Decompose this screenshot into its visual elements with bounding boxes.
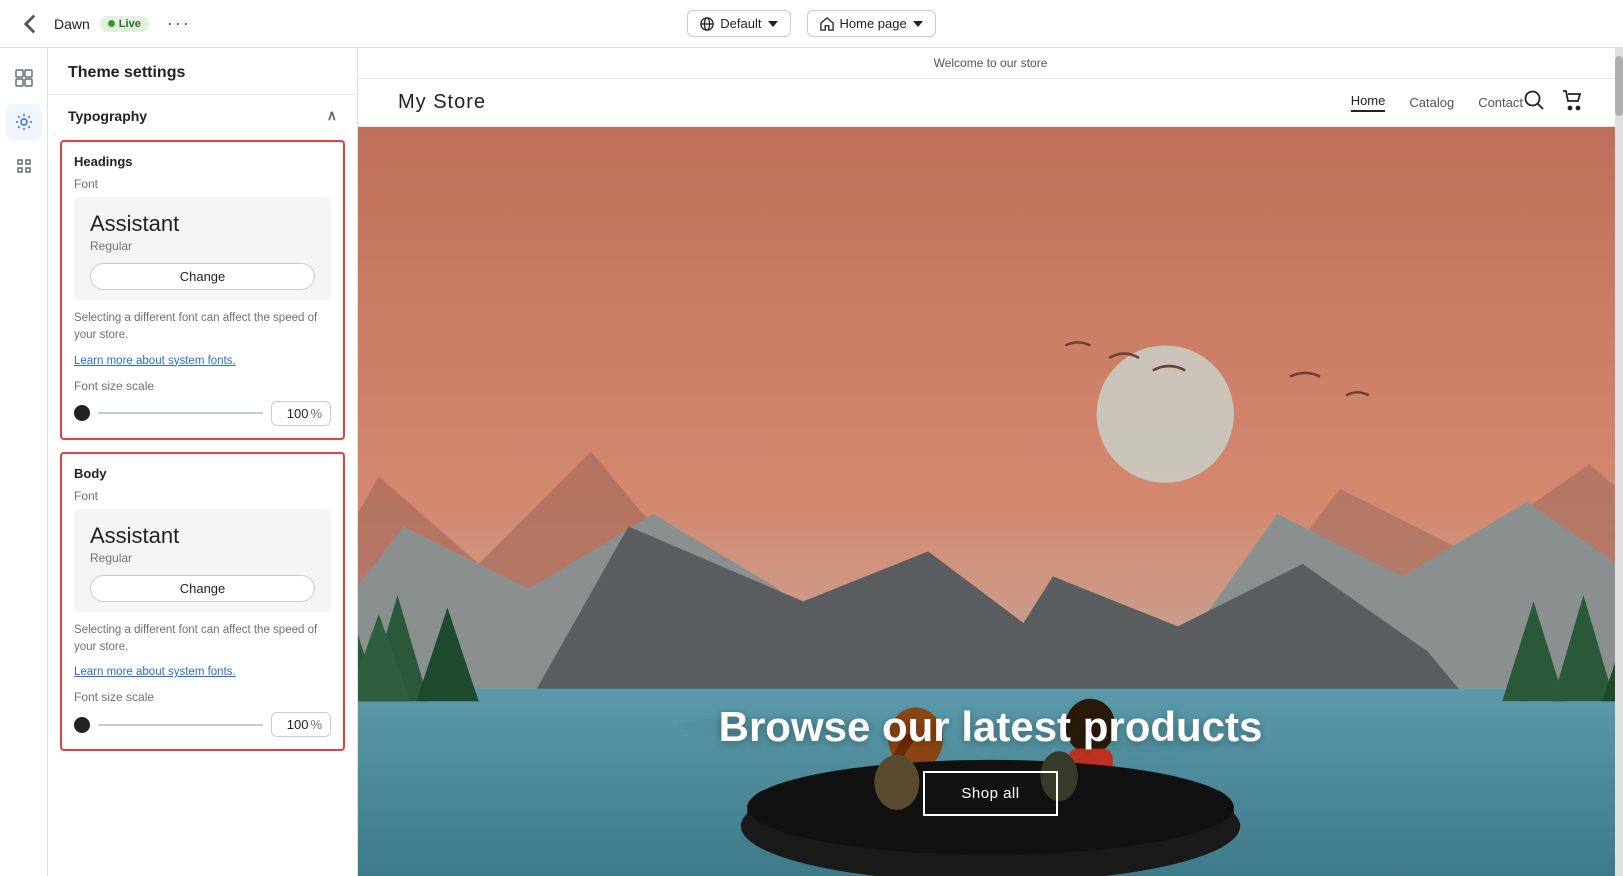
headings-font-label: Font: [74, 177, 331, 191]
homepage-label: Home page: [840, 16, 907, 31]
default-button[interactable]: Default: [687, 10, 790, 37]
default-label: Default: [720, 16, 761, 31]
store-nav-links: Home Catalog Contact: [1351, 93, 1523, 112]
scrollbar-thumb: [1615, 56, 1623, 116]
body-size-value: 100: [280, 717, 308, 732]
shop-all-button[interactable]: Shop all: [923, 771, 1057, 816]
headings-font-link[interactable]: Learn more about system fonts.: [74, 355, 236, 367]
body-size-slider[interactable]: [98, 724, 263, 726]
top-bar-left: Dawn Live ···: [16, 9, 675, 38]
headings-font-note: Selecting a different font can affect th…: [74, 310, 331, 345]
typography-collapse-button[interactable]: ∧: [327, 107, 337, 124]
body-font-note: Selecting a different font can affect th…: [74, 622, 331, 657]
body-size-percent: %: [310, 717, 322, 732]
typography-header: Typography ∧: [48, 95, 357, 132]
headings-size-dot: [74, 405, 90, 421]
gear-icon: [14, 112, 34, 132]
headings-size-input[interactable]: 100 %: [271, 401, 331, 426]
body-size-row: 100 %: [74, 712, 331, 737]
nav-contact[interactable]: Contact: [1478, 95, 1523, 110]
more-button[interactable]: ···: [159, 9, 199, 38]
top-bar: Dawn Live ··· Default Home page: [0, 0, 1623, 48]
body-size-label: Font size scale: [74, 690, 331, 704]
settings-scroll[interactable]: Headings Font Assistant Regular Change S…: [48, 132, 357, 876]
preview-scrollbar[interactable]: [1615, 48, 1623, 876]
headings-size-label: Font size scale: [74, 379, 331, 393]
headings-font-style: Regular: [90, 239, 315, 253]
typography-label: Typography: [68, 108, 147, 124]
store-announcement: Welcome to our store: [358, 48, 1623, 79]
apps-icon: [14, 156, 34, 176]
body-size-input[interactable]: 100 %: [271, 712, 331, 737]
headings-size-percent: %: [310, 406, 322, 421]
chevron-down-icon: [768, 21, 778, 27]
live-dot: [108, 20, 115, 27]
home-icon: [820, 17, 834, 31]
hero-title: Browse our latest products: [719, 703, 1263, 751]
headings-size-row: 100 %: [74, 401, 331, 426]
headings-change-button[interactable]: Change: [90, 263, 315, 290]
body-font-preview: Assistant Regular Change: [74, 509, 331, 612]
store-preview: Welcome to our store My Store Home Catal…: [358, 48, 1623, 876]
search-icon[interactable]: [1523, 89, 1545, 116]
body-change-button[interactable]: Change: [90, 575, 315, 602]
settings-title: Theme settings: [68, 64, 337, 82]
homepage-button[interactable]: Home page: [807, 10, 936, 37]
settings-panel: Theme settings Typography ∧ Headings Fon…: [48, 48, 358, 876]
store-name-label: Dawn: [54, 16, 90, 32]
top-bar-center: Default Home page: [687, 10, 935, 37]
back-button[interactable]: [16, 10, 44, 38]
sidebar-nav-button[interactable]: [6, 60, 42, 96]
nav-catalog[interactable]: Catalog: [1409, 95, 1454, 110]
icon-sidebar: [0, 48, 48, 876]
body-font-style: Regular: [90, 551, 315, 565]
hero-overlay: Browse our latest products Shop all: [358, 703, 1623, 876]
body-font-name: Assistant: [90, 523, 315, 549]
headings-font-name: Assistant: [90, 211, 315, 237]
live-badge: Live: [100, 16, 149, 32]
sidebar-settings-button[interactable]: [6, 104, 42, 140]
chevron-down-icon-2: [913, 21, 923, 27]
sidebar-apps-button[interactable]: [6, 148, 42, 184]
headings-size-value: 100: [280, 406, 308, 421]
live-label: Live: [119, 18, 141, 30]
headings-size-slider[interactable]: [98, 412, 263, 414]
preview-scroll: Welcome to our store My Store Home Catal…: [358, 48, 1623, 876]
body-font-link[interactable]: Learn more about system fonts.: [74, 666, 236, 678]
globe-icon: [700, 17, 714, 31]
hero-section: Browse our latest products Shop all: [358, 127, 1623, 876]
store-nav-icons: [1523, 89, 1583, 116]
body-size-dot: [74, 717, 90, 733]
settings-header: Theme settings: [48, 48, 357, 95]
body-section: Body Font Assistant Regular Change Selec…: [60, 452, 345, 752]
headings-section: Headings Font Assistant Regular Change S…: [60, 140, 345, 440]
body-label: Body: [74, 466, 331, 481]
main-layout: Theme settings Typography ∧ Headings Fon…: [0, 48, 1623, 876]
store-logo: My Store: [398, 91, 1351, 114]
headings-font-preview: Assistant Regular Change: [74, 197, 331, 300]
headings-label: Headings: [74, 154, 331, 169]
sections-icon: [14, 68, 34, 88]
preview-area: Welcome to our store My Store Home Catal…: [358, 48, 1623, 876]
cart-icon[interactable]: [1561, 89, 1583, 116]
body-font-label: Font: [74, 489, 331, 503]
store-nav: My Store Home Catalog Contact: [358, 79, 1623, 127]
nav-home[interactable]: Home: [1351, 93, 1386, 112]
